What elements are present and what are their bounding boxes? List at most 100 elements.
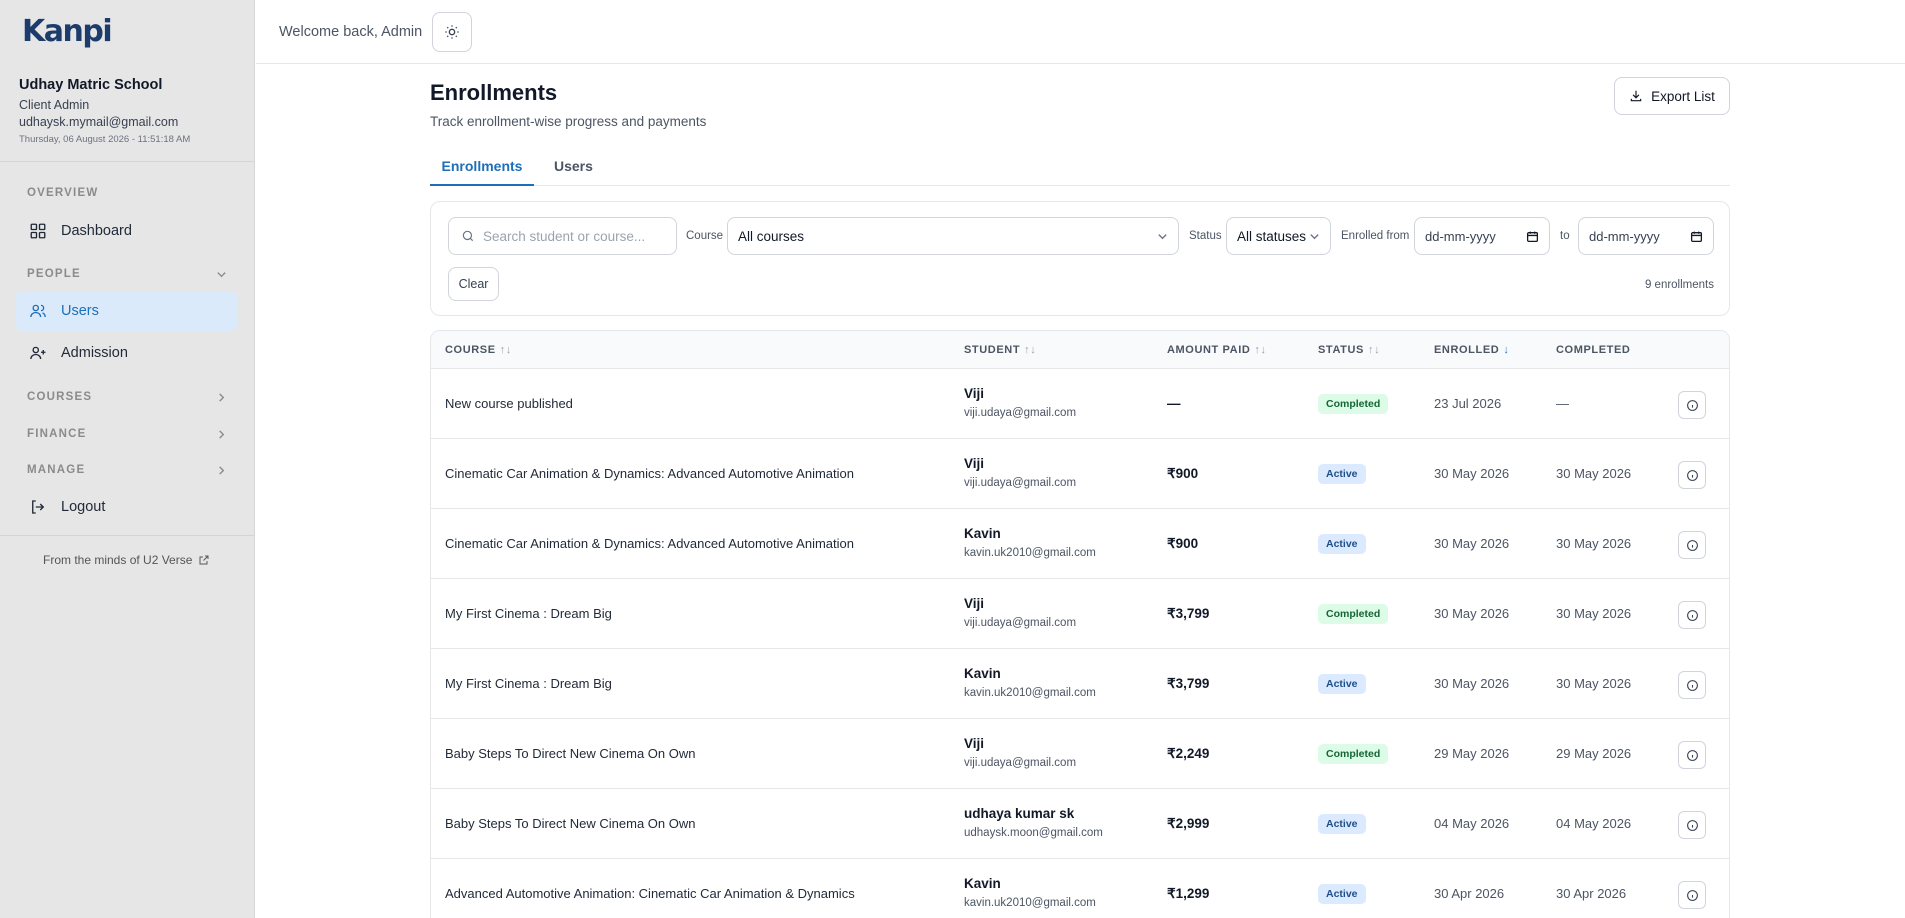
table-row[interactable]: Baby Steps To Direct New Cinema On Own u…: [431, 789, 1729, 859]
sidebar-item-admission[interactable]: Admission: [15, 333, 238, 373]
sidebar-item-label: Dashboard: [61, 223, 132, 239]
course-cell: Baby Steps To Direct New Cinema On Own: [445, 816, 696, 831]
enrolled-date: 30 May 2026: [1434, 466, 1510, 481]
table-header: COURSE ↑↓ STUDENT ↑↓ AMOUNT PAID ↑↓ STATUS ↑…: [431, 331, 1729, 369]
tab-enrollments[interactable]: Enrollments: [430, 158, 534, 186]
header-amount[interactable]: AMOUNT PAID ↑↓: [1167, 344, 1267, 356]
theme-toggle-button[interactable]: [432, 12, 472, 52]
student-email: kavin.uk2010@gmail.com: [964, 897, 1096, 909]
details-button[interactable]: [1678, 811, 1706, 839]
table-row[interactable]: Cinematic Car Animation & Dynamics: Adva…: [431, 439, 1729, 509]
sidebar-item-logout[interactable]: Logout: [15, 487, 238, 527]
enrolled-from-label: Enrolled from: [1341, 230, 1410, 242]
header-student[interactable]: STUDENT ↑↓: [964, 344, 1036, 356]
info-icon: [1686, 819, 1698, 831]
sidebar-item-dashboard[interactable]: Dashboard: [15, 211, 238, 251]
date-from-input[interactable]: dd-mm-yyyy: [1414, 217, 1550, 255]
completed-date: 30 May 2026: [1556, 466, 1632, 481]
export-list-button[interactable]: Export List: [1614, 77, 1730, 115]
date-to-input[interactable]: dd-mm-yyyy: [1578, 217, 1714, 255]
calendar-icon: [1690, 231, 1703, 242]
chevron-right-icon: [215, 391, 227, 403]
enrolled-date: 30 May 2026: [1434, 536, 1510, 551]
student-email: viji.udaya@gmail.com: [964, 477, 1077, 489]
status-badge: Completed: [1318, 604, 1389, 624]
details-button[interactable]: [1678, 601, 1706, 629]
info-icon: [1686, 399, 1698, 411]
section-finance[interactable]: FINANCE: [27, 428, 227, 440]
table-row[interactable]: Cinematic Car Animation & Dynamics: Adva…: [431, 509, 1729, 579]
brand-logo[interactable]: Kanpi: [22, 12, 113, 50]
sidebar-item-label: Admission: [61, 345, 128, 361]
details-button[interactable]: [1678, 881, 1706, 909]
student-name: Viji: [964, 596, 985, 611]
enrolled-date: 30 Apr 2026: [1434, 886, 1505, 901]
student-cell: Viji viji.udaya@gmail.com: [964, 456, 1076, 489]
course-select-value: All courses: [738, 228, 805, 244]
info-icon: [1686, 469, 1698, 481]
student-cell: Viji viji.udaya@gmail.com: [964, 736, 1076, 769]
welcome-text: Welcome back, Admin: [279, 24, 423, 40]
sort-desc-icon: ↓: [1503, 344, 1510, 356]
status-badge: Active: [1318, 814, 1366, 834]
status-filter-label: Status: [1189, 230, 1222, 242]
section-courses[interactable]: COURSES: [27, 391, 227, 403]
student-cell: Kavin kavin.uk2010@gmail.com: [964, 876, 1096, 909]
table-row[interactable]: My First Cinema : Dream Big Viji viji.uda…: [431, 579, 1729, 649]
student-name: Viji: [964, 456, 985, 471]
status-select[interactable]: All statuses: [1226, 217, 1331, 255]
completed-date: —: [1556, 396, 1569, 411]
enrolled-date: 30 May 2026: [1434, 606, 1510, 621]
enrolled-date: 04 May 2026: [1434, 816, 1510, 831]
search-placeholder: Search student or course...: [483, 228, 646, 244]
details-button[interactable]: [1678, 671, 1706, 699]
footer-link[interactable]: From the minds of U2 Verse: [43, 553, 210, 567]
details-button[interactable]: [1678, 391, 1706, 419]
info-icon: [1686, 749, 1698, 761]
header-course[interactable]: COURSE ↑↓: [445, 344, 512, 356]
table-row[interactable]: New course published Viji viji.udaya@gmai…: [431, 369, 1729, 439]
external-link-icon: [199, 555, 209, 565]
details-button[interactable]: [1678, 461, 1706, 489]
enrolled-date: 30 May 2026: [1434, 676, 1510, 691]
section-people[interactable]: PEOPLE: [27, 268, 227, 280]
amount-cell: ₹2,249: [1167, 746, 1210, 761]
users-icon: [30, 304, 46, 318]
course-filter-label: Course: [686, 230, 724, 242]
footer-text: From the minds of U2 Verse: [43, 553, 193, 567]
amount-cell: ₹3,799: [1167, 606, 1210, 621]
student-name: Viji: [964, 736, 985, 751]
sort-icon: ↑↓: [1367, 344, 1381, 356]
table-row[interactable]: My First Cinema : Dream Big Kavin kavin.u…: [431, 649, 1729, 719]
enrolled-date: 23 Jul 2026: [1434, 396, 1502, 411]
student-email: viji.udaya@gmail.com: [964, 617, 1077, 629]
tab-users[interactable]: Users: [554, 158, 593, 186]
status-badge: Active: [1318, 534, 1366, 554]
table-row[interactable]: Baby Steps To Direct New Cinema On Own V…: [431, 719, 1729, 789]
student-email: viji.udaya@gmail.com: [964, 757, 1077, 769]
details-button[interactable]: [1678, 531, 1706, 559]
clear-filters-button[interactable]: Clear: [448, 267, 499, 301]
header-enrolled[interactable]: ENROLLED ↓: [1434, 344, 1509, 356]
amount-cell: ₹900: [1167, 536, 1199, 551]
sidebar-item-users[interactable]: Users: [15, 291, 238, 331]
details-button[interactable]: [1678, 741, 1706, 769]
chevron-right-icon: [215, 464, 227, 476]
table-row[interactable]: Advanced Automotive Animation: Cinematic…: [431, 859, 1729, 918]
section-manage[interactable]: MANAGE: [27, 464, 227, 476]
course-cell: My First Cinema : Dream Big: [445, 676, 612, 691]
search-icon: [462, 230, 474, 242]
enrolled-date: 29 May 2026: [1434, 746, 1510, 761]
enrollment-count: 9 enrollments: [1644, 279, 1714, 291]
sidebar: Kanpi Udhay Matric School Client Admin u…: [0, 0, 255, 918]
course-select[interactable]: All courses: [727, 217, 1179, 255]
download-icon: [1630, 90, 1642, 102]
search-input[interactable]: Search student or course...: [448, 217, 677, 255]
course-cell: Cinematic Car Animation & Dynamics: Adva…: [445, 466, 854, 481]
student-cell: Viji viji.udaya@gmail.com: [964, 596, 1076, 629]
date-to-value: dd-mm-yyyy: [1589, 228, 1660, 244]
header-status[interactable]: STATUS ↑↓: [1318, 344, 1380, 356]
student-email: kavin.uk2010@gmail.com: [964, 547, 1096, 559]
sort-icon: ↑↓: [1024, 344, 1037, 356]
student-name: udhaya kumar sk: [964, 806, 1075, 821]
